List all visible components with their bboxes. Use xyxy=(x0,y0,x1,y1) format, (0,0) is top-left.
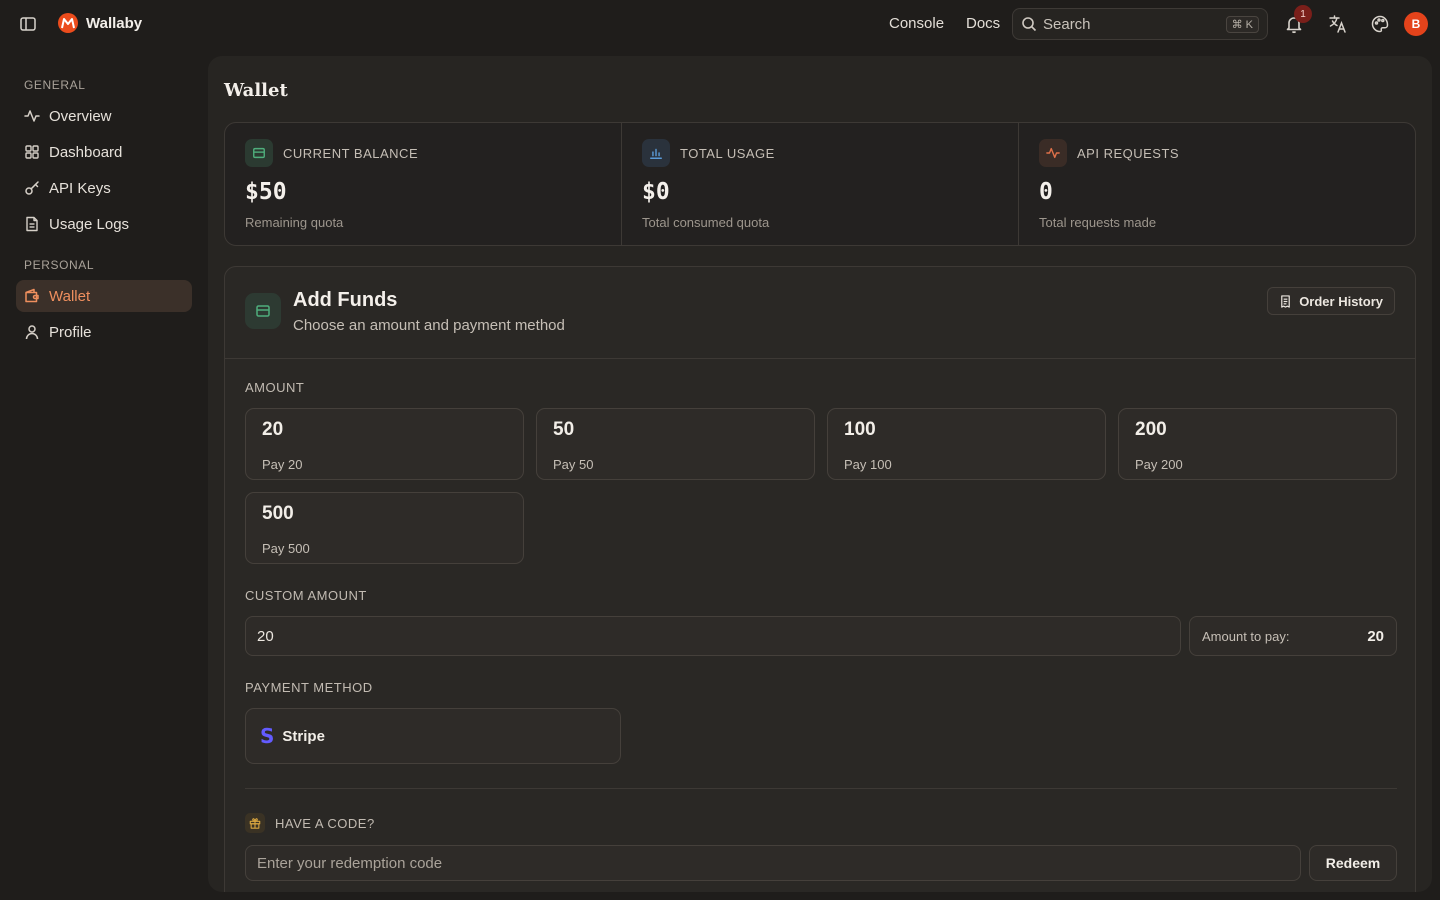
sidebar-item-label: Wallet xyxy=(49,287,91,305)
sidebar-toggle-icon[interactable] xyxy=(18,14,38,34)
divider xyxy=(245,788,1397,789)
grid-icon xyxy=(24,144,40,160)
amount-option-100[interactable]: 100 Pay 100 xyxy=(827,408,1106,480)
order-history-label: Order History xyxy=(1299,293,1383,309)
stat-subtitle: Total consumed quota xyxy=(642,215,770,230)
redemption-header: HAVE A CODE? xyxy=(245,813,375,833)
stat-current-balance: CURRENT BALANCE $50 Remaining quota xyxy=(225,123,622,245)
top-bar: Wallaby Console Docs Search ⌘ K 1 B xyxy=(0,0,1440,48)
palette-icon[interactable] xyxy=(1368,12,1392,36)
payment-method-stripe[interactable]: S Stripe xyxy=(245,708,621,764)
add-funds-title: Add Funds xyxy=(293,289,398,311)
search-icon xyxy=(1021,16,1037,32)
sidebar-item-dashboard[interactable]: Dashboard xyxy=(16,136,192,168)
payment-method-label: PAYMENT METHOD xyxy=(245,680,373,695)
brand[interactable]: Wallaby xyxy=(58,13,142,33)
translate-icon[interactable] xyxy=(1326,12,1350,36)
avatar[interactable]: B xyxy=(1404,12,1428,36)
amount-pay-label: Pay 20 xyxy=(262,457,303,472)
sidebar-item-wallet[interactable]: Wallet xyxy=(16,280,192,312)
sidebar-item-usage-logs[interactable]: Usage Logs xyxy=(16,208,192,240)
add-funds-card: Add Funds Choose an amount and payment m… xyxy=(224,266,1416,892)
amount-option-50[interactable]: 50 Pay 50 xyxy=(536,408,815,480)
amount-value: 100 xyxy=(844,419,876,440)
sidebar-item-api-keys[interactable]: API Keys xyxy=(16,172,192,204)
wallet-icon xyxy=(245,293,281,329)
sidebar-group-personal: PERSONAL xyxy=(24,258,95,272)
amount-value: 50 xyxy=(553,419,575,440)
notification-badge: 1 xyxy=(1294,5,1312,23)
activity-icon xyxy=(1039,139,1067,167)
amount-value: 20 xyxy=(262,419,284,440)
search-shortcut: ⌘ K xyxy=(1225,15,1259,33)
sidebar-item-overview[interactable]: Overview xyxy=(16,100,192,132)
stat-label: TOTAL USAGE xyxy=(680,146,775,161)
order-history-button[interactable]: Order History xyxy=(1267,287,1395,315)
redemption-code-input[interactable] xyxy=(245,845,1301,881)
key-icon xyxy=(24,180,40,196)
stat-subtitle: Total requests made xyxy=(1039,215,1157,230)
file-text-icon xyxy=(24,216,40,232)
sidebar-item-label: API Keys xyxy=(49,179,111,197)
amount-value: 200 xyxy=(1135,419,1167,440)
sidebar-item-label: Dashboard xyxy=(49,143,123,161)
stripe-icon: S xyxy=(260,724,275,748)
payment-method-name: Stripe xyxy=(282,727,325,745)
docs-link[interactable]: Docs xyxy=(966,15,1000,32)
activity-icon xyxy=(24,108,40,124)
stats-row: CURRENT BALANCE $50 Remaining quota TOTA… xyxy=(224,122,1416,246)
wallaby-logo-icon xyxy=(58,13,78,33)
sidebar-group-general: GENERAL xyxy=(24,78,86,92)
brand-name: Wallaby xyxy=(86,14,143,32)
page-title: Wallet xyxy=(224,80,288,101)
console-link[interactable]: Console xyxy=(889,15,944,32)
stat-value: $0 xyxy=(642,179,670,205)
amount-pay-label: Pay 50 xyxy=(553,457,594,472)
sidebar-item-profile[interactable]: Profile xyxy=(16,316,192,348)
amount-value: 500 xyxy=(262,503,294,524)
stat-label: API REQUESTS xyxy=(1077,146,1180,161)
sidebar: GENERAL Overview Dashboard API Keys Usag… xyxy=(0,56,208,900)
amount-to-pay-label: Amount to pay: xyxy=(1202,628,1290,644)
stat-value: 0 xyxy=(1039,179,1053,205)
amount-option-500[interactable]: 500 Pay 500 xyxy=(245,492,524,564)
bar-chart-icon xyxy=(642,139,670,167)
wallet-icon xyxy=(24,288,40,304)
amount-pay-label: Pay 100 xyxy=(844,457,892,472)
gift-icon xyxy=(245,813,265,833)
amount-option-20[interactable]: 20 Pay 20 xyxy=(245,408,524,480)
stat-api-requests: API REQUESTS 0 Total requests made xyxy=(1019,123,1415,245)
amount-option-200[interactable]: 200 Pay 200 xyxy=(1118,408,1397,480)
custom-amount-input[interactable] xyxy=(245,616,1181,656)
custom-amount-label: CUSTOM AMOUNT xyxy=(245,588,367,603)
amount-to-pay-value: 20 xyxy=(1367,627,1384,645)
stat-total-usage: TOTAL USAGE $0 Total consumed quota xyxy=(622,123,1019,245)
search-box[interactable]: Search ⌘ K xyxy=(1012,8,1268,40)
amount-to-pay: Amount to pay: 20 xyxy=(1189,616,1397,656)
sidebar-item-label: Usage Logs xyxy=(49,215,130,233)
receipt-icon xyxy=(1279,294,1292,308)
amount-section-label: AMOUNT xyxy=(245,380,305,395)
stat-value: $50 xyxy=(245,179,287,205)
add-funds-subtitle: Choose an amount and payment method xyxy=(293,317,565,334)
wallet-icon xyxy=(245,139,273,167)
search-label: Search xyxy=(1043,15,1091,33)
add-funds-header: Add Funds Choose an amount and payment m… xyxy=(225,267,1415,359)
user-icon xyxy=(24,324,40,340)
stat-subtitle: Remaining quota xyxy=(245,215,344,230)
bell-icon[interactable]: 1 xyxy=(1282,5,1312,36)
amount-pay-label: Pay 500 xyxy=(262,541,310,556)
amount-pay-label: Pay 200 xyxy=(1135,457,1183,472)
stat-label: CURRENT BALANCE xyxy=(283,146,419,161)
redeem-button[interactable]: Redeem xyxy=(1309,845,1397,881)
redemption-label: HAVE A CODE? xyxy=(275,815,375,831)
sidebar-item-label: Overview xyxy=(49,107,112,125)
main-panel: Wallet CURRENT BALANCE $50 Remaining quo… xyxy=(208,56,1432,892)
sidebar-item-label: Profile xyxy=(49,323,92,341)
